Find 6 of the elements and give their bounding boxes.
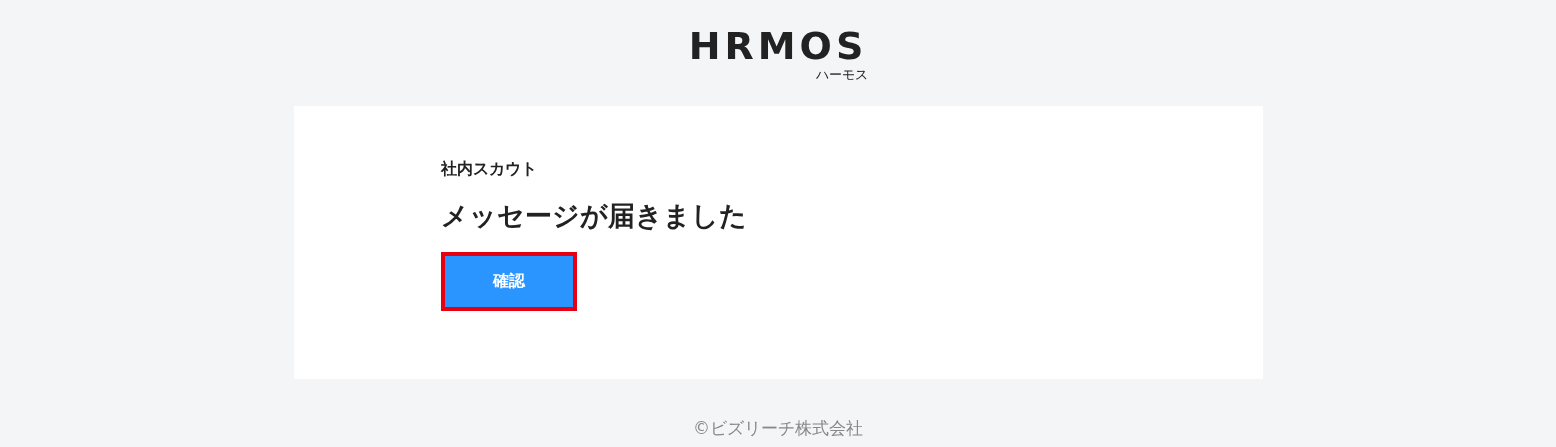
confirm-button[interactable]: 確認 — [444, 256, 573, 307]
copyright-text: ©ビズリーチ株式会社 — [693, 417, 863, 440]
card-label: 社内スカウト — [440, 158, 537, 180]
card-heading: メッセージが届きました — [440, 199, 747, 233]
logo-reading: ハーモス — [816, 66, 868, 84]
logo-wordmark: HRMOS — [688, 26, 868, 66]
